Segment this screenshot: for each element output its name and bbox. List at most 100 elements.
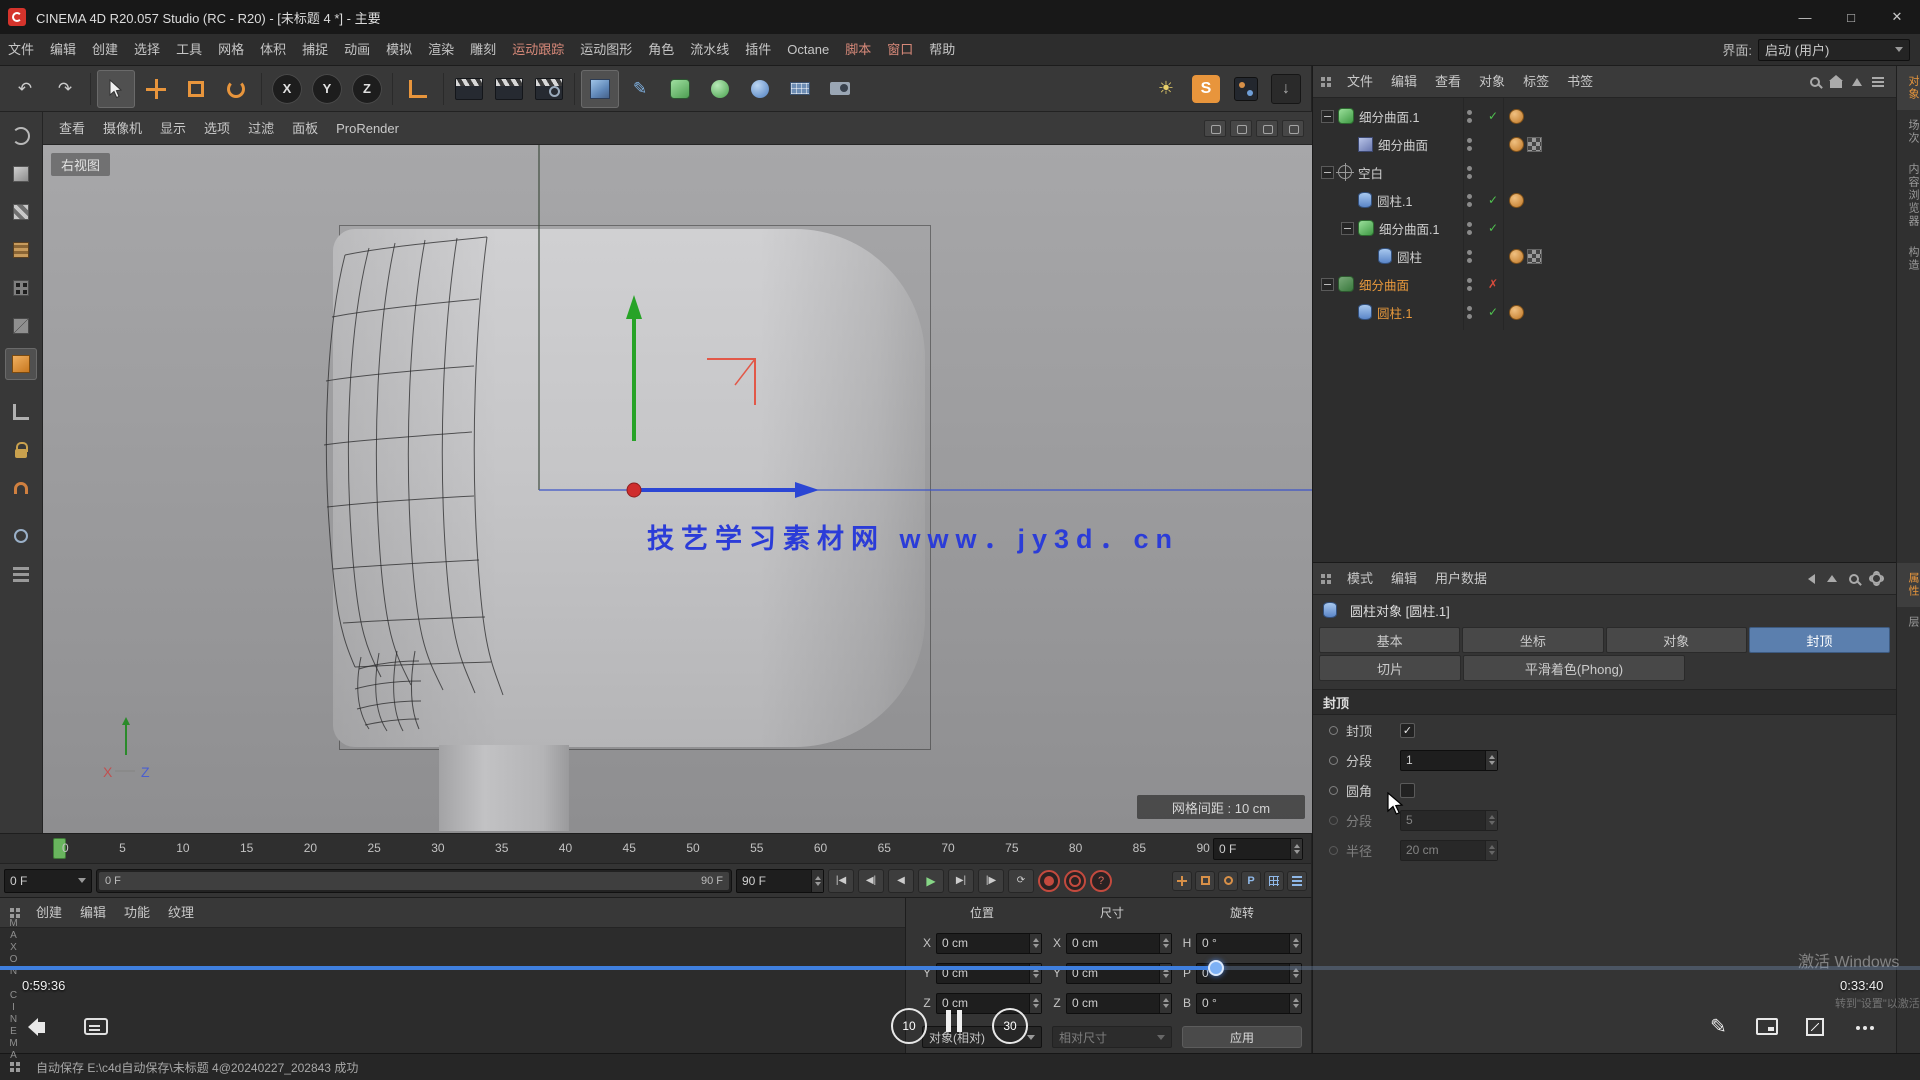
minimize-button[interactable]: — [1782, 0, 1828, 34]
enable-axis-button[interactable] [5, 396, 37, 428]
object-row-selected[interactable]: 细分曲面 ✗ [1313, 270, 1896, 298]
om-menu-objects[interactable]: 对象 [1471, 66, 1513, 97]
visibility-dots[interactable] [1467, 222, 1472, 235]
redo-button[interactable]: ↷ [46, 70, 84, 108]
texture-mode-button[interactable] [5, 196, 37, 228]
rotation-b-field[interactable]: 0 ° [1196, 993, 1302, 1014]
render-view-button[interactable] [450, 70, 488, 108]
cap-checkbox[interactable]: ✓ [1400, 723, 1415, 738]
download-content-button[interactable]: ↓ [1267, 70, 1305, 108]
menu-octane[interactable]: Octane [779, 34, 837, 65]
anim-dot-icon[interactable] [1329, 786, 1338, 795]
x-axis-lock-button[interactable]: X [268, 70, 306, 108]
live-selection-button[interactable] [97, 70, 135, 108]
model-mode-button[interactable] [5, 158, 37, 190]
menu-edit[interactable]: 编辑 [42, 34, 84, 65]
add-generator-button[interactable] [701, 70, 739, 108]
viewport-menu-view[interactable]: 查看 [51, 113, 93, 144]
workplane-mode-button[interactable] [5, 234, 37, 266]
enabled-check-icon[interactable]: ✓ [1485, 193, 1501, 207]
fullscreen-button[interactable] [1806, 1018, 1824, 1036]
dock-tab-content-browser[interactable]: 内容浏览器 [1897, 154, 1920, 237]
z-axis-lock-button[interactable]: Z [348, 70, 386, 108]
texture-tag-icon[interactable] [1527, 137, 1542, 152]
hairdryer-body-mesh[interactable] [333, 229, 925, 747]
texture-tag-icon[interactable] [1527, 249, 1542, 264]
menu-tools[interactable]: 工具 [168, 34, 210, 65]
dock-tab-structure[interactable]: 构造 [1897, 237, 1920, 281]
om-menu-view[interactable]: 查看 [1427, 66, 1469, 97]
menu-snap[interactable]: 捕捉 [294, 34, 336, 65]
menu-help[interactable]: 帮助 [921, 34, 963, 65]
current-frame-field[interactable]: 0 F [1213, 838, 1303, 860]
viewport-menu-options[interactable]: 选项 [196, 113, 238, 144]
render-settings-button[interactable] [530, 70, 568, 108]
previous-key-button[interactable]: ◀| [858, 869, 884, 893]
tab-phong[interactable]: 平滑着色(Phong) [1463, 655, 1685, 681]
rotate-tool-button[interactable] [217, 70, 255, 108]
dock-tab-layers[interactable]: 层 [1897, 607, 1920, 638]
frame-dropdown[interactable]: 0 F [4, 869, 92, 893]
quantize-button[interactable] [5, 520, 37, 552]
menu-sculpt[interactable]: 雕刻 [462, 34, 504, 65]
record-position-toggle[interactable] [1172, 871, 1192, 891]
add-light-button[interactable]: ☀ [1147, 70, 1185, 108]
menu-script[interactable]: 脚本 [837, 34, 879, 65]
add-floor-button[interactable] [781, 70, 819, 108]
material-menu-create[interactable]: 创建 [28, 897, 70, 928]
segments-field[interactable]: 1 [1400, 750, 1498, 771]
previous-frame-button[interactable]: ◀ [888, 869, 914, 893]
move-tool-button[interactable] [137, 70, 175, 108]
loop-button[interactable]: ⟳ [1008, 869, 1034, 893]
keying-help-button[interactable]: ? [1090, 870, 1112, 892]
tab-slice[interactable]: 切片 [1319, 655, 1461, 681]
modeling-settings-button[interactable] [5, 558, 37, 590]
rewind-button[interactable]: 10 [891, 1008, 927, 1044]
search-icon[interactable] [1849, 574, 1859, 584]
object-row[interactable]: 空白 [1313, 158, 1896, 186]
next-frame-button[interactable]: ▶| [948, 869, 974, 893]
dock-tab-objects[interactable]: 对象 [1897, 66, 1920, 110]
viewport-menu-prorender[interactable]: ProRender [328, 113, 407, 144]
spline-pen-button[interactable]: ✎ [621, 70, 659, 108]
add-cube-button[interactable] [581, 70, 619, 108]
record-rotation-toggle[interactable] [1218, 871, 1238, 891]
stepper[interactable] [811, 870, 823, 892]
play-button[interactable]: ▶ [918, 869, 944, 893]
edges-mode-button[interactable] [5, 310, 37, 342]
timeline-ruler[interactable]: 051015202530354045505560657075808590 0 F [0, 833, 1312, 863]
tab-coordinates[interactable]: 坐标 [1462, 627, 1603, 653]
polygons-mode-button[interactable] [5, 348, 37, 380]
collapse-icon[interactable] [1321, 278, 1334, 291]
viewport-menu-filter[interactable]: 过滤 [240, 113, 282, 144]
phong-tag-icon[interactable] [1509, 109, 1524, 124]
menu-render[interactable]: 渲染 [420, 34, 462, 65]
frame-range-slider[interactable]: 0 F 90 F [96, 869, 732, 893]
search-icon[interactable] [1810, 77, 1820, 87]
add-subdivision-surface-button[interactable] [661, 70, 699, 108]
phong-tag-icon[interactable] [1509, 137, 1524, 152]
pause-button[interactable] [946, 1010, 962, 1032]
material-menu-function[interactable]: 功能 [116, 897, 158, 928]
record-scale-toggle[interactable] [1195, 871, 1215, 891]
parent-icon[interactable] [1827, 575, 1837, 582]
record-button[interactable] [1038, 870, 1060, 892]
menu-mograph[interactable]: 运动图形 [572, 34, 640, 65]
menu-character[interactable]: 角色 [640, 34, 682, 65]
menu-simulate[interactable]: 模拟 [378, 34, 420, 65]
xpresso-button[interactable] [1227, 70, 1265, 108]
object-row[interactable]: 圆柱.1 ✓ [1313, 186, 1896, 214]
dock-tab-takes[interactable]: 场次 [1897, 110, 1920, 154]
menu-window[interactable]: 窗口 [879, 34, 921, 65]
enabled-check-icon[interactable]: ✓ [1485, 305, 1501, 319]
viewport-toggle-icon[interactable] [1282, 120, 1304, 137]
object-row[interactable]: 圆柱 [1313, 242, 1896, 270]
add-camera-button[interactable] [821, 70, 859, 108]
forward-button[interactable]: 30 [992, 1008, 1028, 1044]
enabled-check-icon[interactable]: ✓ [1485, 221, 1501, 235]
object-row[interactable]: 细分曲面.1 ✓ [1313, 102, 1896, 130]
subtitle-button[interactable] [84, 1018, 108, 1035]
volume-button[interactable] [30, 1018, 45, 1036]
attr-menu-userdata[interactable]: 用户数据 [1427, 563, 1495, 594]
object-row-selected[interactable]: 圆柱.1 ✓ [1313, 298, 1896, 326]
